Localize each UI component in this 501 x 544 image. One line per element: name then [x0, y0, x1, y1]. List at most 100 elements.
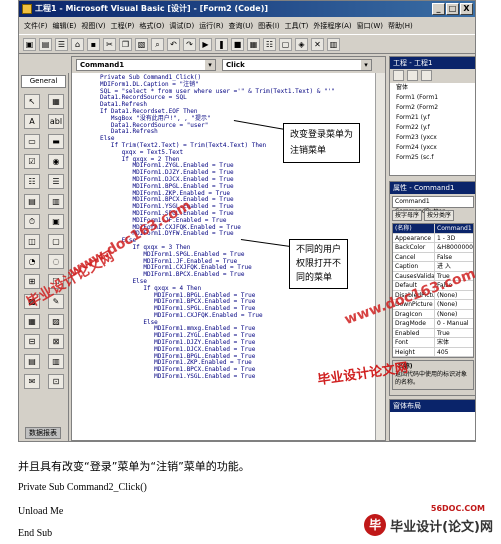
- maximize-button[interactable]: □: [446, 3, 459, 15]
- project-explorer-icon[interactable]: ▦: [247, 37, 260, 51]
- optionbutton-tool-icon[interactable]: ◉: [48, 154, 64, 169]
- tab-alphabetic[interactable]: 按字母序: [392, 210, 423, 221]
- menu-run[interactable]: 运行(R): [197, 21, 225, 31]
- toolbox-footer[interactable]: 数据报表: [25, 427, 61, 439]
- minimize-button[interactable]: _: [432, 3, 445, 15]
- find-icon[interactable]: ⌕: [151, 37, 164, 51]
- toolbox-icon[interactable]: ✕: [311, 37, 324, 51]
- menu-window[interactable]: 窗口(W): [355, 21, 385, 31]
- close-button[interactable]: X: [460, 3, 473, 15]
- menu-project[interactable]: 工程(P): [109, 21, 137, 31]
- menu-debug[interactable]: 调试(D): [167, 21, 196, 31]
- menu-format[interactable]: 格式(O): [137, 21, 166, 31]
- menu-help[interactable]: 帮助(H): [386, 21, 415, 31]
- checkbox-tool-icon[interactable]: ☑: [24, 154, 40, 169]
- tree-item[interactable]: Form2 (Form2: [396, 103, 475, 113]
- start-icon[interactable]: ▶: [199, 37, 212, 51]
- object-combo[interactable]: Command1: [76, 59, 216, 71]
- code-scrollbar[interactable]: [375, 73, 385, 440]
- open-icon[interactable]: ⌂: [71, 37, 84, 51]
- menu-edit[interactable]: 编辑(E): [51, 21, 79, 31]
- paste-icon[interactable]: ▧: [135, 37, 148, 51]
- hscrollbar-tool-icon[interactable]: ▤: [24, 194, 40, 209]
- datacombo-tool-icon[interactable]: ⊠: [48, 334, 64, 349]
- tree-item[interactable]: Form24 (yxcx: [396, 143, 475, 153]
- menu-tools[interactable]: 工具(T): [283, 21, 311, 31]
- property-value[interactable]: 405: [435, 348, 473, 357]
- vscrollbar-tool-icon[interactable]: ▥: [48, 194, 64, 209]
- object-select[interactable]: Command1 CommandButton: [392, 196, 474, 215]
- property-value[interactable]: Command1: [435, 224, 473, 233]
- timer-tool-icon[interactable]: ⏱: [24, 214, 40, 229]
- commondialog-tool-icon[interactable]: ▥: [48, 354, 64, 369]
- property-row[interactable]: (名称) Command1: [393, 224, 473, 234]
- property-row[interactable]: Cancel False: [393, 252, 473, 262]
- label-tool-icon[interactable]: A: [24, 114, 40, 129]
- tree-item[interactable]: 窗体: [396, 83, 475, 93]
- menu-view[interactable]: 视图(V): [79, 21, 107, 31]
- menu-diagram[interactable]: 图表(I): [256, 21, 282, 31]
- toggle-folders-icon[interactable]: [421, 70, 432, 81]
- view-code-icon[interactable]: [393, 70, 404, 81]
- combobox-tool-icon[interactable]: ☷: [24, 174, 40, 189]
- undo-icon[interactable]: ↶: [167, 37, 180, 51]
- properties-icon[interactable]: ☷: [263, 37, 276, 51]
- property-value[interactable]: True: [435, 329, 473, 338]
- form-layout-icon[interactable]: ▢: [279, 37, 292, 51]
- property-value[interactable]: 1 - 3D: [435, 234, 473, 243]
- menu-file[interactable]: 文件(F): [22, 21, 50, 31]
- commandbutton-tool-icon[interactable]: ▬: [48, 134, 64, 149]
- property-value[interactable]: 宋体: [435, 338, 473, 347]
- redo-icon[interactable]: ↷: [183, 37, 196, 51]
- menu-query[interactable]: 查询(U): [227, 21, 256, 31]
- add-project-icon[interactable]: ▣: [23, 37, 36, 51]
- property-value[interactable]: (None): [435, 300, 473, 309]
- menu-editor-icon[interactable]: ☰: [55, 37, 68, 51]
- menu-addins[interactable]: 外接程序(A): [311, 21, 353, 31]
- data-view-icon[interactable]: ▥: [327, 37, 340, 51]
- shape-tool-icon[interactable]: ◔: [24, 254, 40, 269]
- listbox-tool-icon[interactable]: ☰: [48, 174, 64, 189]
- property-row[interactable]: Enabled True: [393, 328, 473, 338]
- view-object-icon[interactable]: [407, 70, 418, 81]
- cut-icon[interactable]: ✂: [103, 37, 116, 51]
- property-row[interactable]: Appearance 1 - 3D: [393, 233, 473, 243]
- stop-icon[interactable]: ■: [231, 37, 244, 51]
- object-browser-icon[interactable]: ◈: [295, 37, 308, 51]
- tree-item[interactable]: Form21 (y.f: [396, 113, 475, 123]
- tab-categorized[interactable]: 按分类序: [424, 210, 455, 221]
- save-icon[interactable]: ▪: [87, 37, 100, 51]
- dirlistbox-tool-icon[interactable]: ◫: [24, 234, 40, 249]
- adodc-tool-icon[interactable]: ⊟: [24, 334, 40, 349]
- property-row[interactable]: BackColor &H8000000F: [393, 243, 473, 253]
- property-value[interactable]: &H8000000F: [435, 243, 473, 252]
- flexgrid-tool-icon[interactable]: ▨: [48, 314, 64, 329]
- procedure-combo[interactable]: Click: [222, 59, 372, 71]
- property-value[interactable]: (None): [435, 310, 473, 319]
- property-row[interactable]: Height 405: [393, 347, 473, 357]
- tree-item[interactable]: Form23 (yxcx: [396, 133, 475, 143]
- code-editor[interactable]: Private Sub Command1_Click() MDIForm1.DL.…: [72, 73, 385, 381]
- picturebox-tool-icon[interactable]: ▦: [48, 94, 64, 109]
- property-row[interactable]: DragIcon (None): [393, 309, 473, 319]
- line-tool-icon[interactable]: ◌: [48, 254, 64, 269]
- drivelistbox-tool-icon[interactable]: ▣: [48, 214, 64, 229]
- pause-icon[interactable]: ❚: [215, 37, 228, 51]
- tree-item[interactable]: Form22 (y.f: [396, 123, 475, 133]
- datagrid-tool-icon[interactable]: ▦: [24, 314, 40, 329]
- mapi-tool-icon[interactable]: ✉: [24, 374, 40, 389]
- frame-tool-icon[interactable]: ▭: [24, 134, 40, 149]
- textbox-tool-icon[interactable]: abl: [48, 114, 64, 129]
- tabstrip-tool-icon[interactable]: ⊡: [48, 374, 64, 389]
- tree-item[interactable]: Form1 (Form1: [396, 93, 475, 103]
- filelistbox-tool-icon[interactable]: ▢: [48, 234, 64, 249]
- copy-icon[interactable]: ❐: [119, 37, 132, 51]
- property-row[interactable]: Font 宋体: [393, 338, 473, 348]
- add-form-icon[interactable]: ▤: [39, 37, 52, 51]
- property-value[interactable]: 0 - Manual: [435, 319, 473, 328]
- property-value[interactable]: False: [435, 253, 473, 262]
- datalist-tool-icon[interactable]: ▤: [24, 354, 40, 369]
- property-row[interactable]: DragMode 0 - Manual: [393, 319, 473, 329]
- tree-item[interactable]: Form25 (sc.f: [396, 153, 475, 163]
- pointer-tool-icon[interactable]: ↖: [24, 94, 40, 109]
